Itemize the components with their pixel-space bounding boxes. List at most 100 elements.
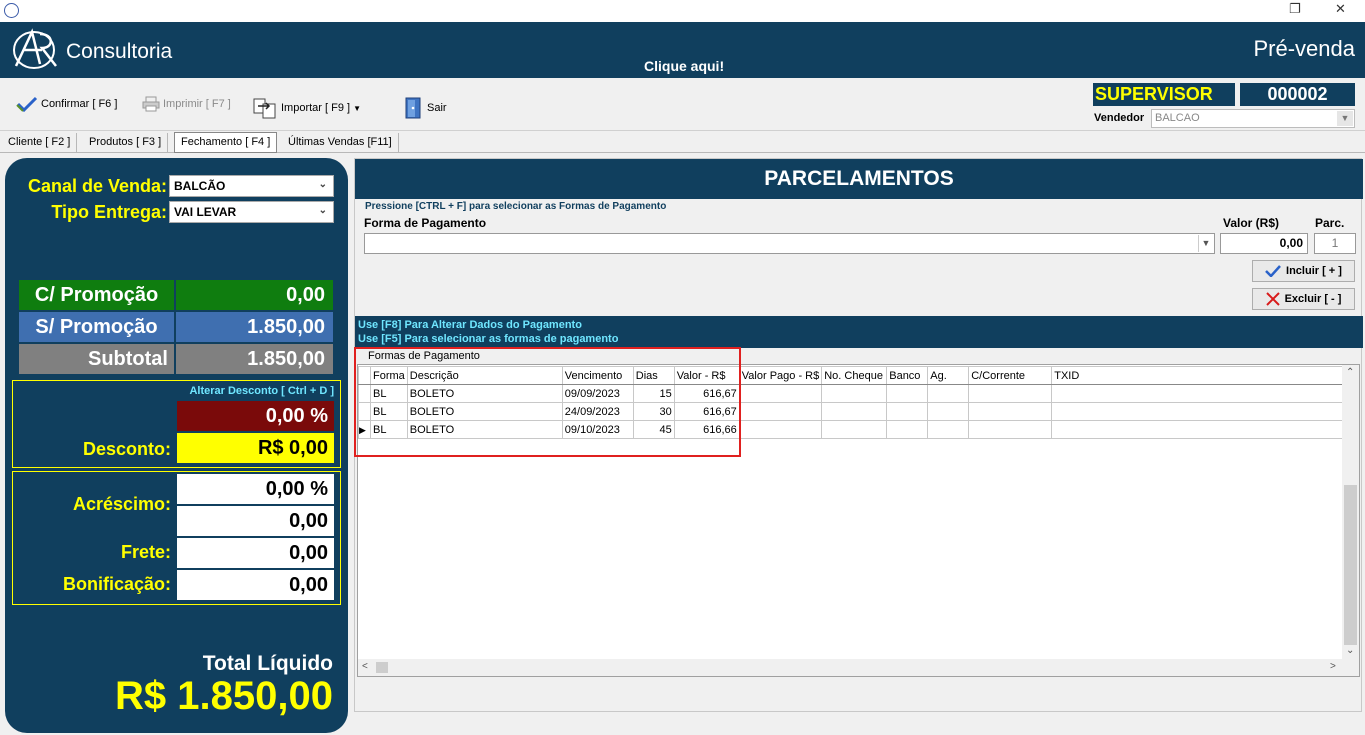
tab-ultimas-vendas[interactable]: Últimas Vendas [F11] (282, 133, 399, 153)
cell-descricao: BOLETO (406, 384, 563, 403)
column-header[interactable]: Forma (370, 366, 408, 385)
column-header[interactable]: Valor Pago - R$ (738, 366, 823, 385)
tab-produtos[interactable]: Produtos [ F3 ] (83, 133, 169, 153)
column-header[interactable]: Banco (886, 366, 929, 385)
window-titlebar: ❐ ✕ (0, 0, 1365, 22)
cell-forma: BL (370, 402, 408, 421)
chevron-down-icon: ⌄ (318, 205, 327, 216)
table-header-row: Forma Descrição Vencimento Dias Valor - … (358, 366, 1349, 385)
excluir-button[interactable]: Excluir [ - ] (1252, 288, 1355, 310)
total-label: Total Líquido (202, 652, 333, 675)
table-row[interactable]: ▶ BL BOLETO 09/10/2023 45 616,66 (358, 420, 1349, 439)
column-header[interactable]: No. Cheque (821, 366, 888, 385)
tab-cliente[interactable]: Cliente [ F2 ] (2, 133, 78, 153)
app-icon (4, 3, 19, 18)
import-button[interactable]: Importar [ F9 ] ▼ (252, 96, 361, 120)
column-header[interactable]: TXID (1051, 366, 1349, 385)
frete-label: Frete: (120, 542, 171, 562)
cell-cheque (821, 384, 888, 403)
cell-forma: BL (370, 384, 408, 403)
confirm-label: Confirmar [ F6 ] (41, 98, 118, 110)
acrescimo-pct-field[interactable]: 0,00 % (177, 474, 334, 504)
bonificacao-field[interactable]: 0,00 (177, 570, 334, 600)
acrescimo-value-field[interactable]: 0,00 (177, 506, 334, 536)
scroll-right-icon[interactable]: > (1330, 661, 1336, 672)
user-role-badge: SUPERVISOR (1093, 83, 1235, 106)
cell-cheque (821, 420, 888, 439)
acrescimo-label: Acréscimo: (72, 494, 171, 514)
ctrl-f-hint: Pressione [CTRL + F] para selecionar as … (365, 201, 667, 212)
frete-field[interactable]: 0,00 (177, 538, 334, 568)
tab-strip: Cliente [ F2 ] Produtos [ F3 ] Fechament… (0, 131, 1365, 153)
desconto-pct-field[interactable]: 0,00 % (177, 401, 334, 431)
cell-valor: 616,67 (673, 384, 740, 403)
cell-dias: 30 (632, 402, 675, 421)
incluir-button[interactable]: Incluir [ + ] (1252, 260, 1355, 282)
canal-select[interactable]: BALCÃO ⌄ (169, 175, 334, 197)
column-header[interactable]: Descrição (406, 366, 563, 385)
subtotal-value: 1.850,00 (176, 344, 333, 374)
table-row[interactable]: BL BOLETO 24/09/2023 30 616,67 (358, 402, 1349, 421)
vendor-label: Vendedor (1094, 112, 1145, 124)
column-header[interactable]: Valor - R$ (673, 366, 740, 385)
cell-corrente (968, 420, 1053, 439)
cell-txid (1051, 420, 1349, 439)
tipo-value: VAI LEVAR (174, 205, 237, 219)
valor-label: Valor (R$) (1223, 216, 1280, 230)
cell-vencimento: 09/10/2023 (561, 420, 634, 439)
checkmark-icon (1265, 265, 1281, 277)
column-header[interactable]: C/Corrente (968, 366, 1053, 385)
scroll-up-icon[interactable]: ⌃ (1346, 367, 1354, 378)
parc-field[interactable]: 1 (1314, 233, 1356, 254)
scroll-thumb[interactable] (376, 662, 388, 673)
scroll-left-icon[interactable]: < (362, 661, 368, 672)
app-banner: Consultoria Clique aqui! Pré-venda (0, 22, 1365, 78)
restore-window-icon[interactable]: ❐ (1289, 2, 1301, 17)
forma-pagamento-select[interactable]: ▼ (364, 233, 1215, 254)
canal-value: BALCÃO (174, 179, 226, 193)
tipo-select[interactable]: VAI LEVAR ⌄ (169, 201, 334, 223)
excluir-label: Excluir [ - ] (1284, 293, 1342, 305)
print-button[interactable]: Imprimir [ F7 ] (142, 96, 231, 112)
payments-grid[interactable]: Forma Descrição Vencimento Dias Valor - … (357, 364, 1360, 677)
tipo-label: Tipo Entrega: (51, 202, 167, 222)
valor-field[interactable]: 0,00 (1220, 233, 1308, 254)
extras-box: 0,00 % Acréscimo: 0,00 Frete: 0,00 Bonif… (12, 471, 341, 605)
scroll-thumb[interactable] (1344, 485, 1357, 645)
horizontal-scrollbar[interactable]: < > (358, 659, 1343, 676)
chevron-down-icon: ▼ (353, 103, 361, 113)
close-window-icon[interactable]: ✕ (1335, 2, 1346, 17)
cell-valor: 616,67 (673, 402, 740, 421)
vendor-select[interactable]: BALCAO ▼ (1151, 109, 1355, 128)
column-header[interactable]: Ag. (927, 366, 970, 385)
bonificacao-label: Bonificação: (62, 574, 171, 594)
banner-link[interactable]: Clique aqui! (644, 58, 724, 74)
desconto-label: Desconto: (82, 439, 171, 459)
row-indicator: ▶ (358, 420, 371, 439)
canal-label: Canal de Venda: (27, 176, 167, 196)
column-header[interactable]: Vencimento (561, 366, 634, 385)
vendor-value: BALCAO (1155, 112, 1200, 124)
exit-button[interactable]: Sair (402, 96, 447, 120)
cell-vencimento: 24/09/2023 (561, 402, 634, 421)
tab-fechamento[interactable]: Fechamento [ F4 ] (174, 132, 278, 153)
company-logo-icon (13, 28, 57, 69)
confirm-button[interactable]: Confirmar [ F6 ] (16, 96, 117, 112)
cell-txid (1051, 402, 1349, 421)
vertical-scrollbar[interactable]: ⌃ ⌄ (1342, 365, 1359, 676)
alterar-desconto-hint: Alterar Desconto [ Ctrl + D ] (189, 385, 334, 397)
cell-ag (927, 384, 970, 403)
checkmark-icon (16, 96, 38, 112)
cell-valor: 616,66 (673, 420, 740, 439)
totals-panel: Canal de Venda: BALCÃO ⌄ Tipo Entrega: V… (5, 158, 348, 733)
sem-promo-label: S/ Promoção (19, 312, 174, 342)
desconto-value-field[interactable]: R$ 0,00 (177, 433, 334, 463)
chevron-down-icon: ▼ (1337, 111, 1353, 126)
scroll-down-icon[interactable]: ⌄ (1346, 645, 1354, 656)
table-row[interactable]: BL BOLETO 09/09/2023 15 616,67 (358, 384, 1349, 403)
f5-hint: Use [F5] Para selecionar as formas de pa… (358, 333, 619, 345)
delete-x-icon (1265, 292, 1280, 306)
cell-corrente (968, 384, 1053, 403)
column-header[interactable]: Dias (632, 366, 675, 385)
promo-label: C/ Promoção (19, 280, 174, 310)
